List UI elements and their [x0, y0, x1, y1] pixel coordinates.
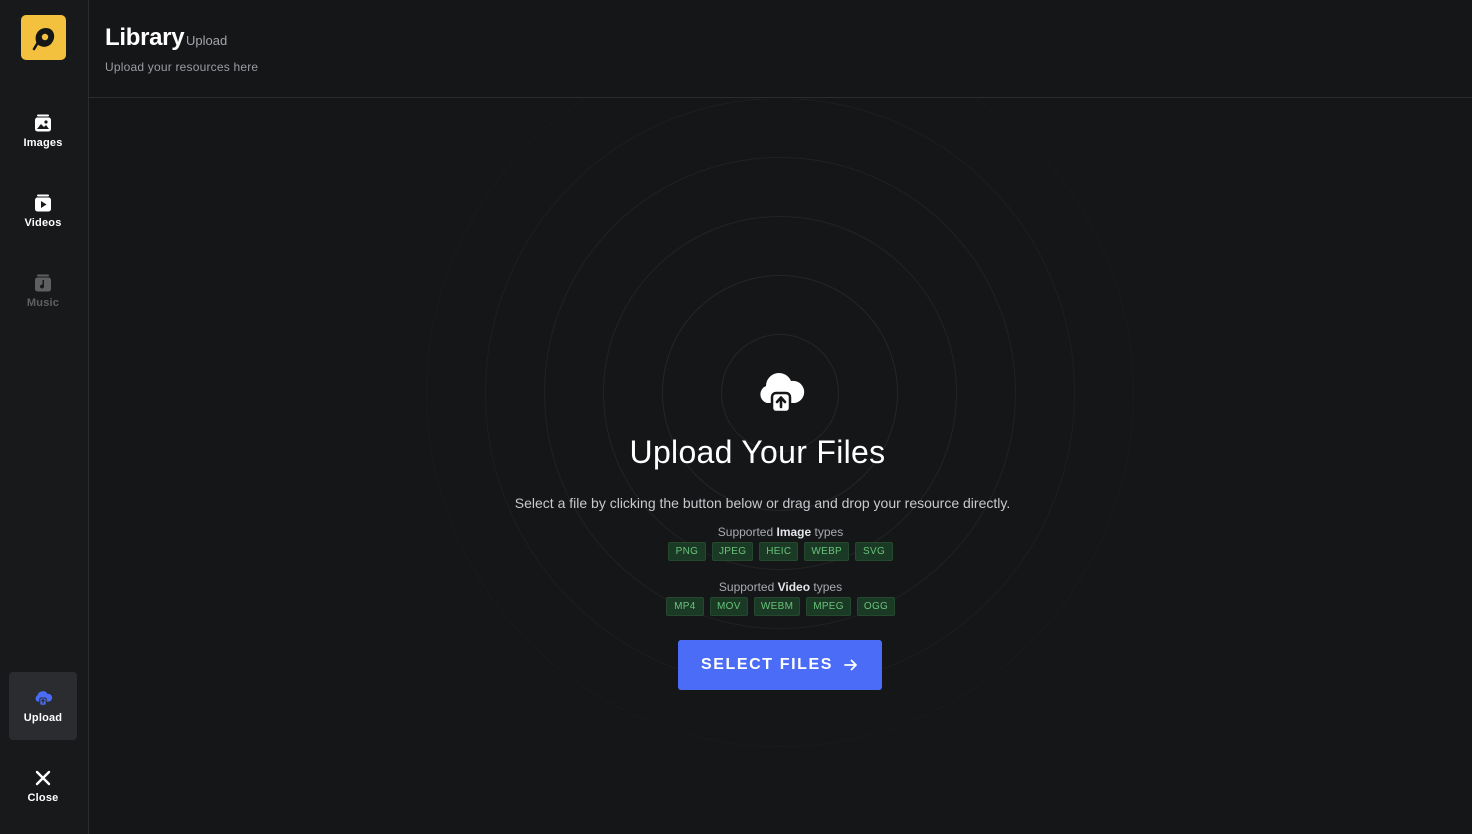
page-title: Library — [105, 24, 185, 51]
video-types-label: Supported Video types — [89, 580, 1472, 594]
sidebar-item-label: Upload — [23, 712, 63, 724]
file-type-badge: MP4 — [665, 597, 704, 616]
sidebar-item-label: Images — [23, 137, 63, 149]
video-types-suffix: types — [810, 580, 843, 594]
close-icon — [33, 768, 53, 788]
app-logo[interactable] — [21, 15, 66, 60]
video-types-prefix: Supported — [718, 580, 778, 594]
file-type-badge: HEIC — [759, 542, 799, 561]
image-types-prefix: Supported — [717, 525, 777, 539]
file-type-badge: PNG — [667, 542, 706, 561]
app-root: Images Videos Music Upload Close Library… — [0, 0, 1472, 834]
file-type-badge: JPEG — [711, 542, 754, 561]
sidebar-item-images[interactable]: Images — [9, 97, 77, 165]
video-type-chips: MP4 MOV WEBM MPEG OGG — [89, 597, 1472, 616]
upload-heading: Upload Your Files — [629, 434, 886, 470]
image-types-label: Supported Image types — [89, 525, 1472, 539]
file-type-badge: OGG — [856, 597, 896, 616]
arrow-right-icon — [844, 659, 857, 671]
sidebar-item-upload[interactable]: Upload — [9, 672, 77, 740]
file-type-badge: MPEG — [806, 597, 851, 616]
image-type-chips: PNG JPEG HEIC WEBP SVG — [89, 542, 1472, 561]
select-files-button[interactable]: SELECT FILES — [678, 640, 882, 690]
cloud-upload-icon — [33, 688, 53, 708]
sidebar-item-label: Videos — [24, 217, 62, 229]
breadcrumb: Upload — [186, 33, 228, 48]
image-icon — [33, 113, 53, 133]
image-types-kind: Image — [776, 525, 812, 539]
sidebar: Images Videos Music Upload Close — [0, 0, 89, 834]
sidebar-item-label: Music — [26, 297, 60, 309]
image-types-suffix: types — [811, 525, 844, 539]
music-icon — [33, 273, 53, 293]
page-header: Library Upload Upload your resources her… — [89, 0, 1472, 98]
file-type-badge: WEBM — [753, 597, 801, 616]
video-types-kind: Video — [777, 580, 811, 594]
file-type-badge: WEBP — [804, 542, 850, 561]
upload-dropzone[interactable]: Upload Your Files Select a file by click… — [89, 99, 1472, 834]
video-icon — [33, 193, 53, 213]
map-pin-logo-icon — [32, 27, 54, 50]
cloud-upload-icon — [760, 373, 805, 414]
select-files-label: SELECT FILES — [700, 656, 834, 673]
sidebar-item-videos[interactable]: Videos — [9, 177, 77, 245]
sidebar-item-music[interactable]: Music — [9, 257, 77, 325]
sidebar-item-label: Close — [27, 792, 59, 804]
file-type-badge: MOV — [709, 597, 748, 616]
close-button[interactable]: Close — [9, 752, 77, 820]
upload-description: Select a file by clicking the button bel… — [514, 495, 1011, 511]
page-subtitle: Upload your resources here — [105, 60, 259, 74]
file-type-badge: SVG — [855, 542, 894, 561]
